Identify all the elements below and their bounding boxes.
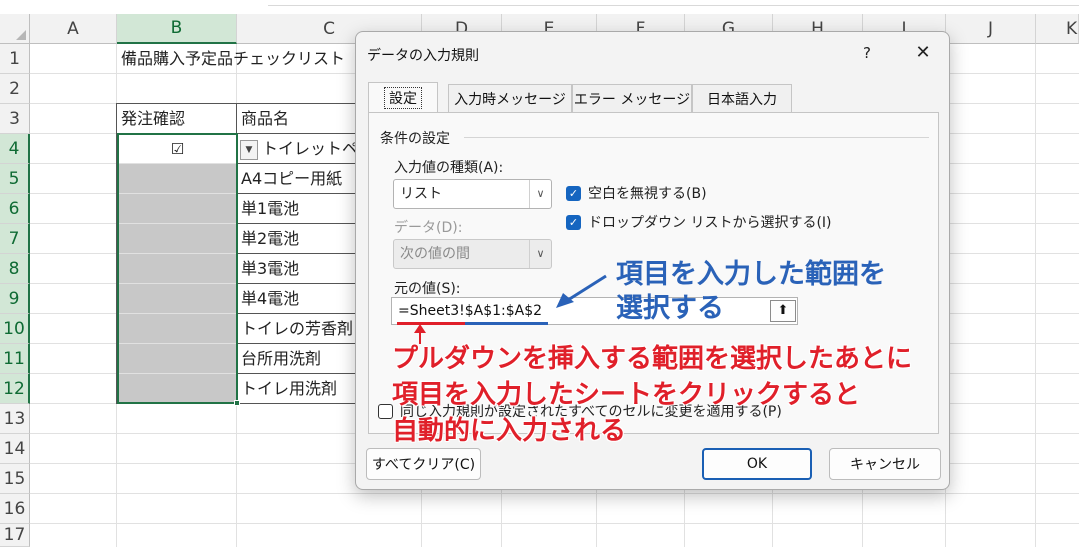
annotation-red-line3: 自動的に入力される bbox=[392, 416, 627, 446]
annotation-blue-line2: 選択する bbox=[616, 293, 724, 324]
annotation-arrows bbox=[414, 274, 607, 344]
annotation-red-line2: 項目を入力したシートをクリックすると bbox=[392, 380, 861, 410]
annotation-red-line1: プルダウンを挿入する範囲を選択したあとに bbox=[392, 344, 913, 374]
annotation-blue-line1: 項目を入力した範囲を bbox=[616, 259, 886, 290]
